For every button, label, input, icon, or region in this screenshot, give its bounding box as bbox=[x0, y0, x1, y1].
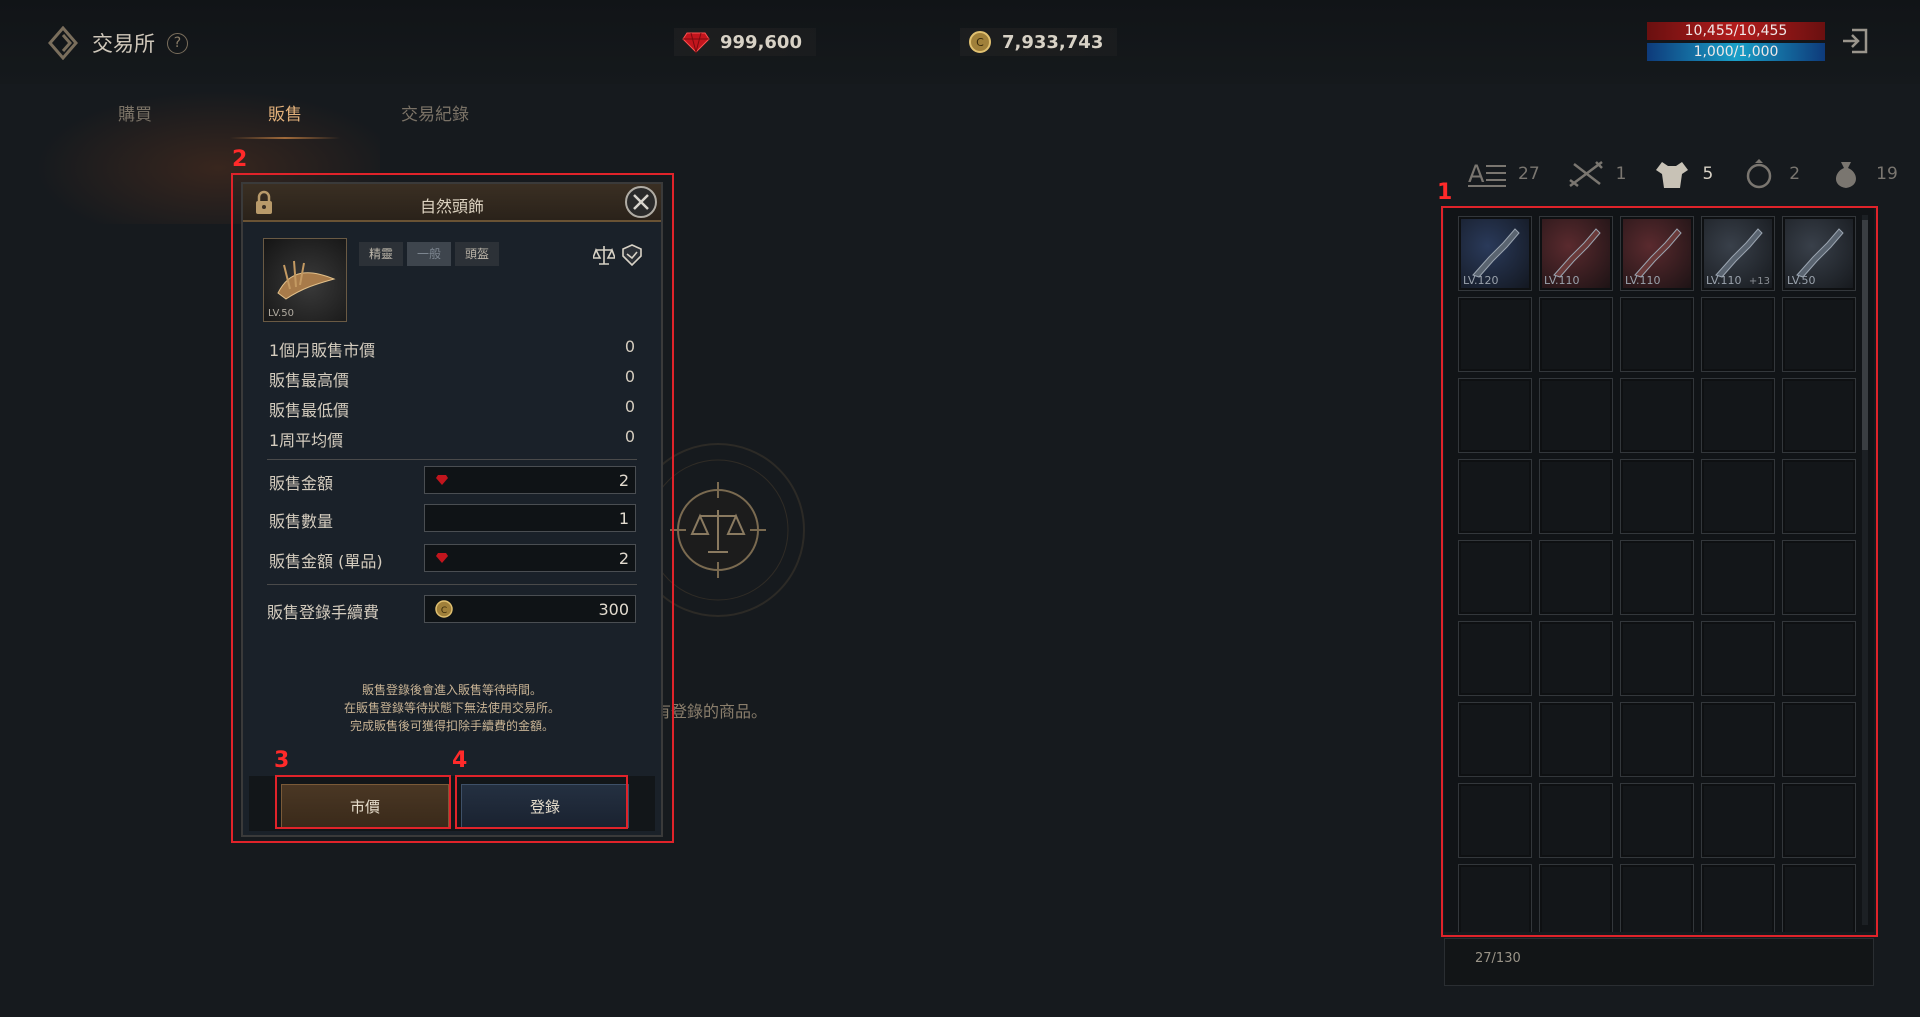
highlight-box-3 bbox=[275, 775, 451, 829]
armor-icon bbox=[1656, 162, 1689, 188]
category-count: 1 bbox=[1615, 164, 1627, 184]
annotation-number-2: 2 bbox=[232, 147, 248, 172]
category-count: 27 bbox=[1518, 164, 1540, 184]
category-weapon[interactable]: 1 bbox=[1566, 158, 1627, 190]
inventory-capacity: 27/130 bbox=[1475, 951, 1521, 966]
title-area: 交易所 ? bbox=[46, 26, 188, 60]
tab-buy[interactable]: 購買 bbox=[60, 100, 210, 139]
category-count: 2 bbox=[1789, 164, 1801, 184]
category-count: 5 bbox=[1702, 164, 1714, 184]
diamond-currency: 999,600 bbox=[674, 28, 816, 56]
category-all[interactable]: A 27 bbox=[1468, 158, 1540, 190]
category-count: 19 bbox=[1876, 164, 1898, 184]
all-items-icon: A bbox=[1468, 160, 1506, 188]
page-title: 交易所 bbox=[92, 32, 155, 56]
category-pouch[interactable]: 19 bbox=[1826, 158, 1898, 190]
exchange-logo-icon bbox=[48, 26, 78, 60]
question-mark-icon[interactable]: ? bbox=[167, 32, 188, 54]
main-tabs: 購買 販售 交易紀錄 bbox=[60, 100, 510, 139]
tab-sell[interactable]: 販售 bbox=[210, 100, 360, 139]
exit-icon[interactable] bbox=[1840, 26, 1870, 56]
top-bar: 交易所 ? 999,600 C 7,933,743 10,455/10,455 … bbox=[0, 0, 1920, 84]
weapon-icon bbox=[1568, 161, 1603, 187]
annotation-number-1: 1 bbox=[1437, 180, 1453, 205]
annotation-number-3: 3 bbox=[274, 748, 290, 773]
svg-text:A: A bbox=[1468, 160, 1485, 188]
hp-bar: 10,455/10,455 bbox=[1647, 22, 1825, 40]
red-diamond-icon bbox=[682, 32, 710, 54]
gold-currency: C 7,933,743 bbox=[960, 28, 1118, 56]
inventory-footer: 27/130 bbox=[1444, 938, 1874, 986]
svg-text:C: C bbox=[976, 36, 984, 49]
gold-amount: 7,933,743 bbox=[1002, 31, 1104, 53]
ring-icon bbox=[1747, 159, 1772, 189]
highlight-box-1 bbox=[1441, 206, 1878, 937]
annotation-number-4: 4 bbox=[452, 748, 468, 773]
highlight-box-4 bbox=[455, 775, 628, 829]
highlight-box-2 bbox=[231, 173, 674, 843]
inventory-categories: A 27 1 5 2 19 bbox=[1468, 158, 1920, 190]
category-armor[interactable]: 5 bbox=[1652, 158, 1713, 190]
pouch-icon bbox=[1836, 162, 1857, 188]
gold-coin-icon: C bbox=[969, 31, 991, 53]
category-ring[interactable]: 2 bbox=[1739, 158, 1800, 190]
diamond-amount: 999,600 bbox=[720, 31, 802, 53]
mp-bar: 1,000/1,000 bbox=[1647, 43, 1825, 61]
tab-history[interactable]: 交易紀錄 bbox=[360, 100, 510, 139]
